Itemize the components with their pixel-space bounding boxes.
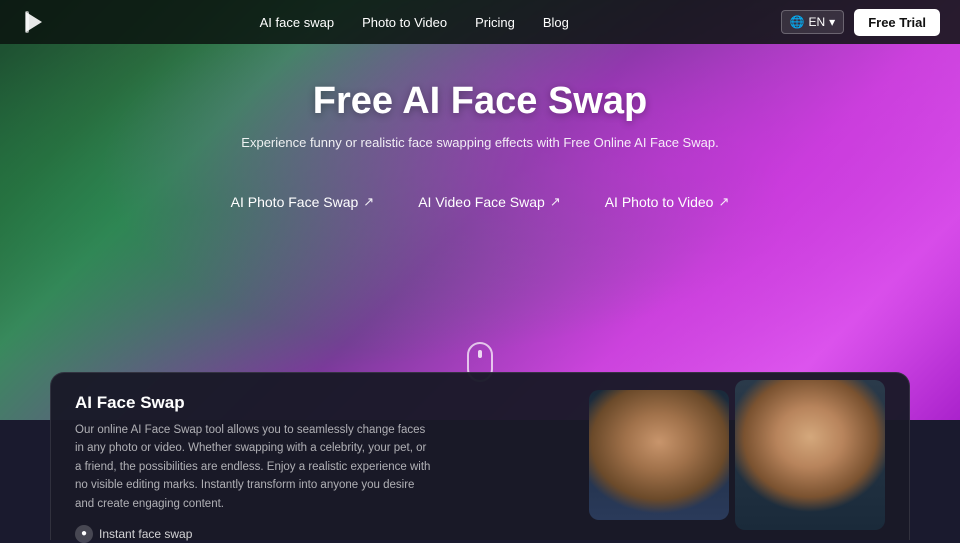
flag-icon: 🌐 — [790, 15, 805, 29]
instant-swap-icon: ● — [75, 525, 93, 543]
bottom-images — [465, 393, 885, 530]
nav-right: 🌐 EN ▾ Free Trial — [781, 9, 940, 36]
face-photo-right — [735, 380, 885, 530]
tab-photo-label: AI Photo Face Swap — [231, 194, 359, 210]
nav-ai-face-swap[interactable]: AI face swap — [260, 15, 334, 30]
scroll-dot — [478, 350, 482, 358]
bottom-left-content: AI Face Swap Our online AI Face Swap too… — [75, 393, 435, 543]
tab-p2v-label: AI Photo to Video — [605, 194, 714, 210]
language-button[interactable]: 🌐 EN ▾ — [781, 10, 845, 34]
bottom-card: AI Face Swap Our online AI Face Swap too… — [50, 372, 910, 540]
tab-p2v-arrow: ↗ — [718, 194, 729, 210]
nav-pricing[interactable]: Pricing — [475, 15, 515, 30]
tab-video-label: AI Video Face Swap — [418, 194, 545, 210]
nav-blog[interactable]: Blog — [543, 15, 569, 30]
tab-video-face-swap[interactable]: AI Video Face Swap ↗ — [400, 186, 579, 218]
instant-swap-label: Instant face swap — [99, 527, 192, 541]
navbar: AI face swap Photo to Video Pricing Blog… — [0, 0, 960, 44]
chevron-down-icon: ▾ — [829, 15, 835, 29]
tab-photo-arrow: ↗ — [363, 194, 374, 210]
logo[interactable] — [20, 8, 48, 36]
face-image-left — [589, 390, 729, 520]
bottom-section-title: AI Face Swap — [75, 393, 435, 413]
bottom-section-description: Our online AI Face Swap tool allows you … — [75, 421, 435, 513]
hero-tabs: AI Photo Face Swap ↗ AI Video Face Swap … — [213, 186, 748, 218]
nav-links: AI face swap Photo to Video Pricing Blog — [260, 15, 569, 30]
hero-title: Free AI Face Swap — [313, 80, 647, 123]
instant-swap-link[interactable]: ● Instant face swap — [75, 525, 435, 543]
hero-subtitle: Experience funny or realistic face swapp… — [241, 135, 718, 150]
lang-label: EN — [808, 15, 825, 29]
tab-video-arrow: ↗ — [550, 194, 561, 210]
nav-photo-to-video[interactable]: Photo to Video — [362, 15, 447, 30]
face-photo-left — [589, 390, 729, 520]
face-image-right — [735, 380, 885, 530]
tab-photo-face-swap[interactable]: AI Photo Face Swap ↗ — [213, 186, 393, 218]
tab-photo-to-video[interactable]: AI Photo to Video ↗ — [587, 186, 748, 218]
hero-section: Free AI Face Swap Experience funny or re… — [0, 0, 960, 420]
free-trial-button[interactable]: Free Trial — [854, 9, 940, 36]
